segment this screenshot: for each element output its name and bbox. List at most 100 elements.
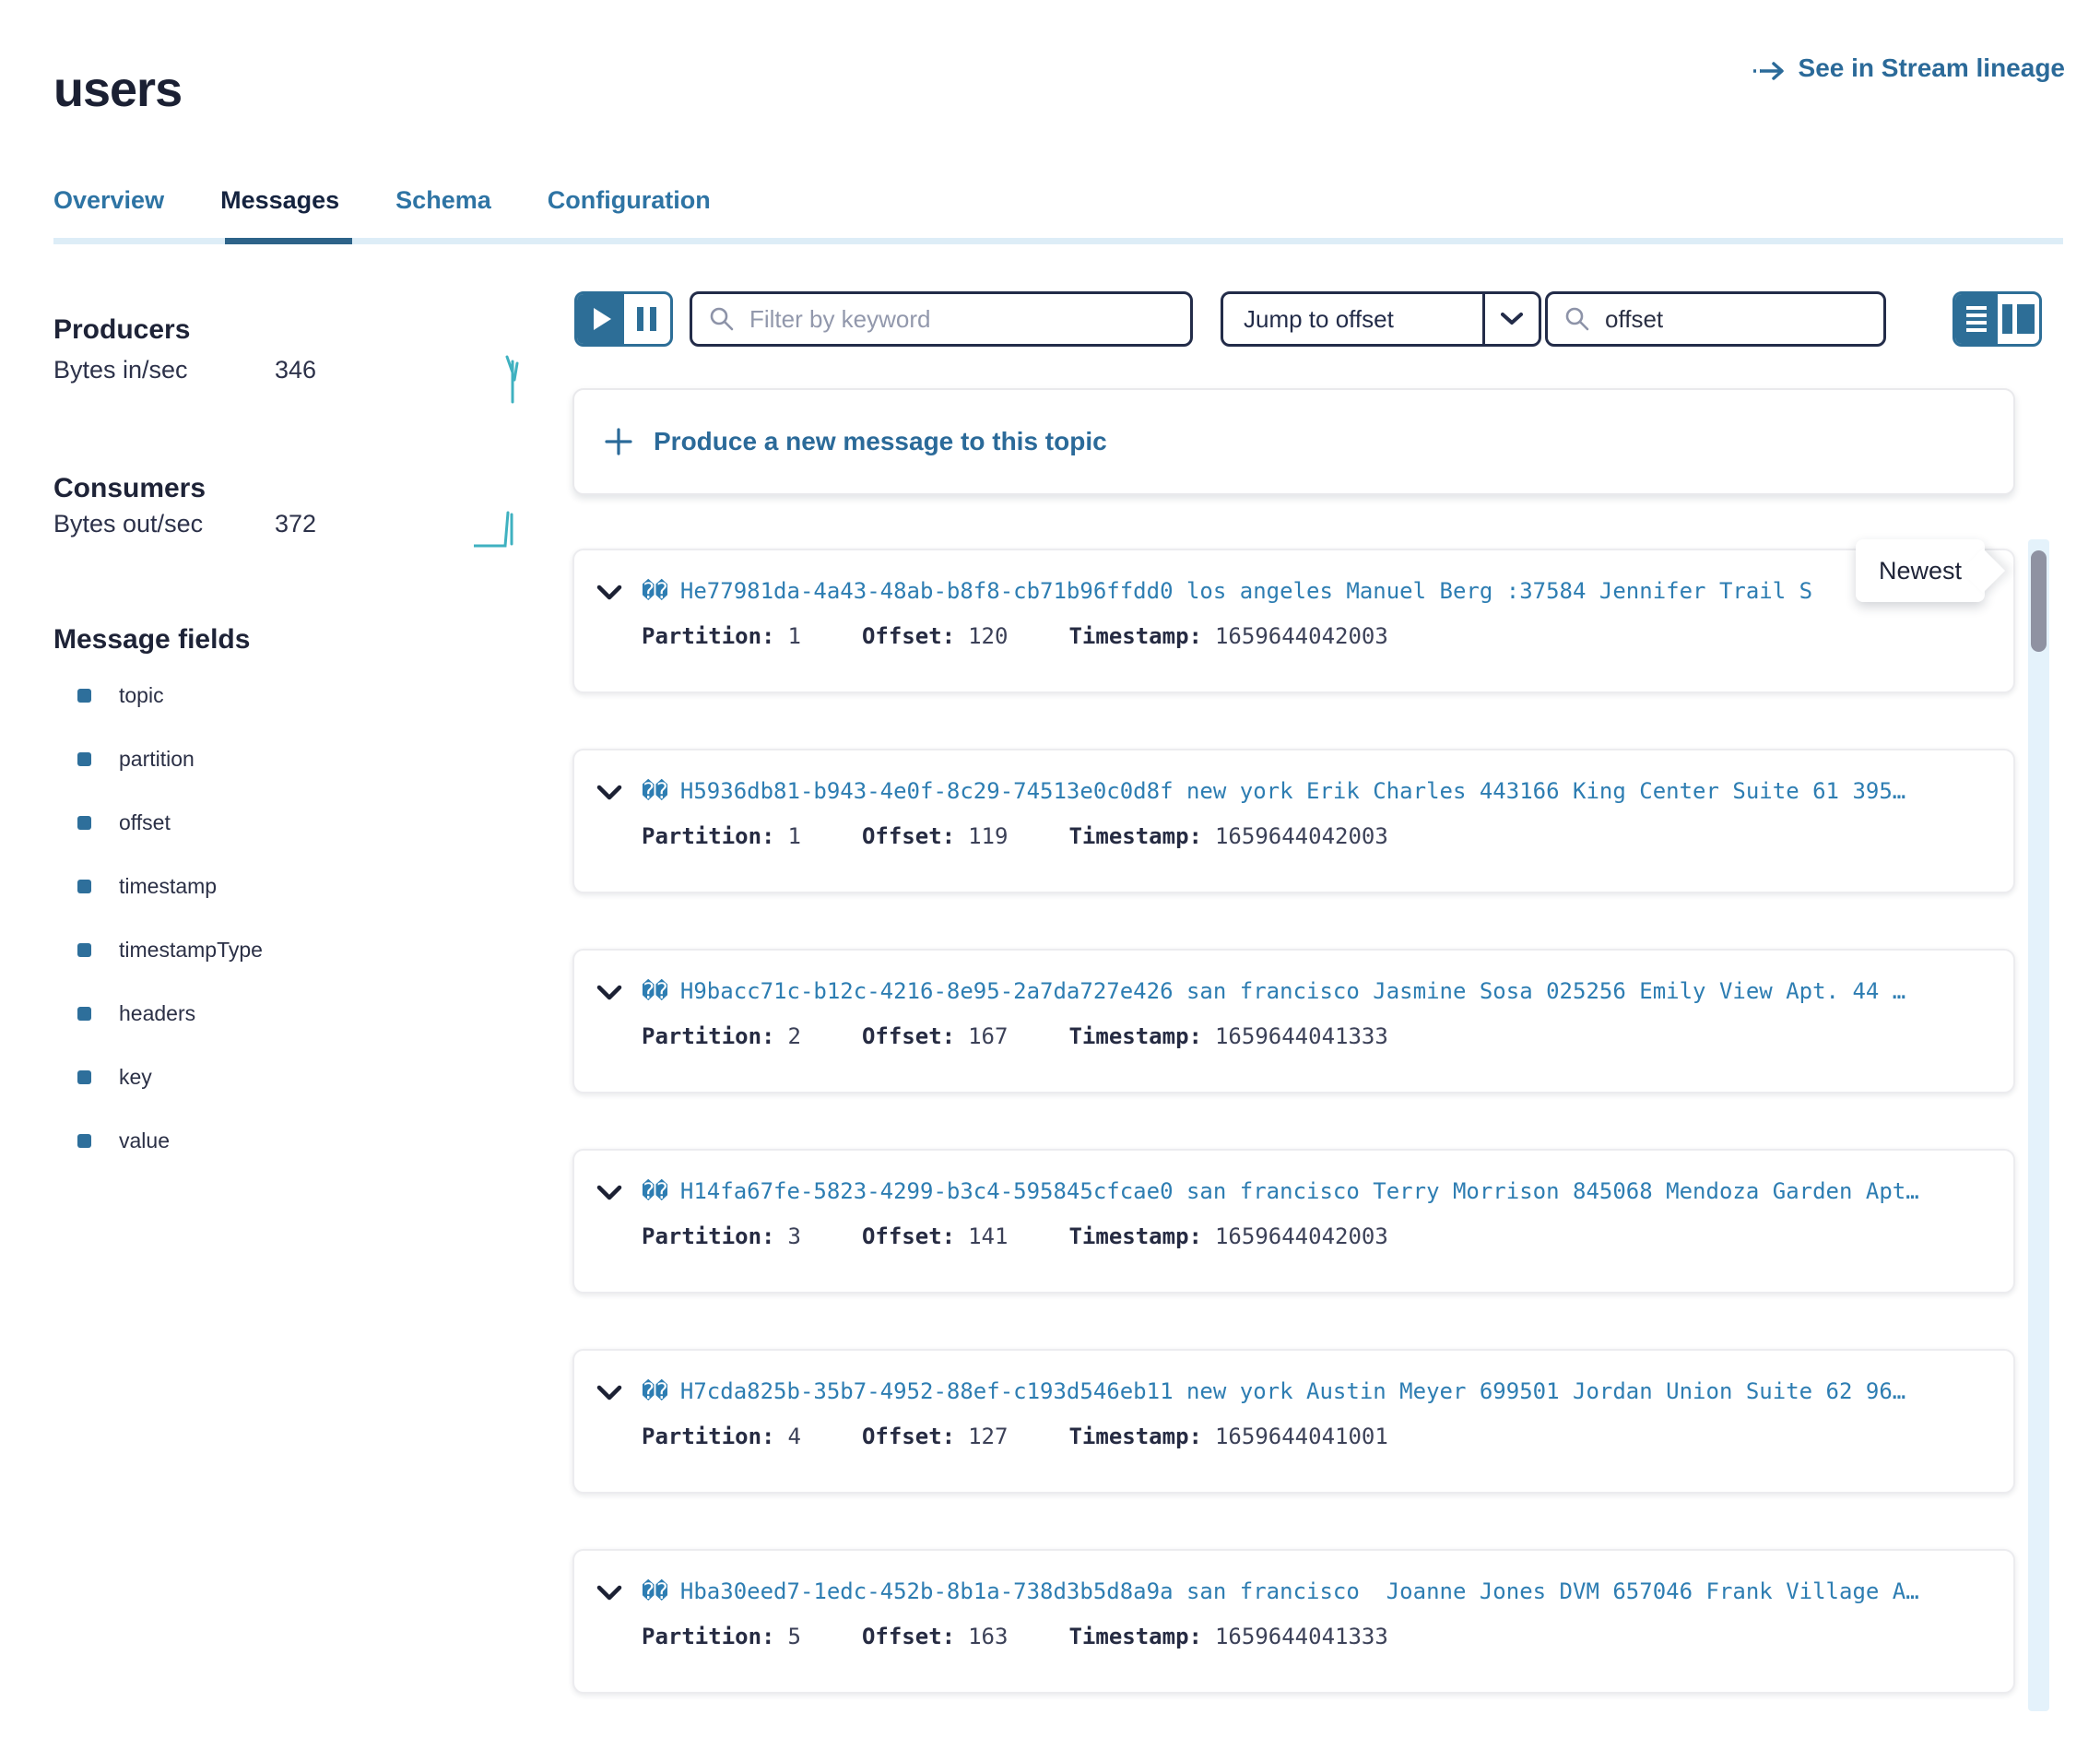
field-item-timestamp: timestamp [77,855,465,918]
bytes-in-label: Bytes in/sec [53,356,188,384]
field-checkbox[interactable] [77,816,91,830]
partition-value: 4 [788,1424,801,1449]
offset-value: 127 [968,1424,1008,1449]
plus-icon [604,427,633,456]
bytes-out-label: Bytes out/sec [53,510,203,538]
field-item-topic: topic [77,664,465,727]
expand-chevron-icon[interactable] [596,1385,622,1401]
keyword-filter [690,291,1193,347]
timestamp-value: 1659644042003 [1215,823,1388,849]
key-replacement-glyphs: �� [642,578,668,604]
field-checkbox[interactable] [77,689,91,703]
jump-to-offset-select[interactable]: Jump to offset [1221,291,1541,347]
stream-lineage-link[interactable]: See in Stream lineage [1752,53,2065,83]
partition-value: 1 [788,823,801,849]
message-meta: Partition:1 Offset:119 Timestamp:1659644… [574,823,2013,849]
tab-configuration[interactable]: Configuration [548,186,711,215]
bytes-in-sparkline [498,352,524,406]
field-item-value: value [77,1109,465,1173]
field-item-offset: offset [77,791,465,855]
tab-schema[interactable]: Schema [395,186,491,215]
timestamp-value: 1659644042003 [1215,1223,1388,1249]
lineage-arrow-icon [1752,55,1787,81]
offset-value: 163 [968,1624,1008,1649]
message-key: H9bacc71c-b12c-4216-8e95-2a7da727e426 sa… [680,978,2013,1004]
message-card[interactable]: �� Hba30eed7-1edc-452b-8b1a-738d3b5d8a9a… [572,1549,2015,1694]
tab-overview[interactable]: Overview [53,186,164,215]
view-mode-toggle [1953,291,2042,347]
field-item-partition: partition [77,727,465,791]
tab-bar: Overview Messages Schema Configuration [53,186,711,215]
produce-message-label: Produce a new message to this topic [654,427,1107,456]
key-replacement-glyphs: �� [642,1378,668,1404]
timestamp-value: 1659644041001 [1215,1424,1388,1449]
expand-chevron-icon[interactable] [596,985,622,1001]
offset-search-input[interactable] [1603,304,1867,335]
partition-value: 1 [788,623,801,649]
bytes-in-value: 346 [275,356,316,384]
bytes-out-metric: Bytes out/sec 372 [53,510,533,538]
offset-value: 167 [968,1023,1008,1049]
field-checkbox[interactable] [77,1070,91,1084]
page-title: users [53,61,182,118]
newest-tooltip: Newest [1856,539,1985,602]
produce-message-button[interactable]: Produce a new message to this topic [572,388,2015,495]
field-checkbox[interactable] [77,752,91,766]
field-label: partition [119,747,195,772]
stream-lineage-label: See in Stream lineage [1799,53,2065,83]
columns-view-button[interactable] [1998,294,2040,344]
expand-chevron-icon[interactable] [596,1185,622,1201]
columns-view-icon [2002,304,2035,334]
message-key: He77981da-4a43-48ab-b8f8-cb71b96ffdd0 lo… [680,578,2013,604]
expand-chevron-icon[interactable] [596,785,622,801]
message-card[interactable]: �� He77981da-4a43-48ab-b8f8-cb71b96ffdd0… [572,549,2015,693]
message-key: H14fa67fe-5823-4299-b3c4-595845cfcae0 sa… [680,1178,2013,1204]
message-fields-list: topic partition offset timestamp timesta… [77,664,465,1173]
field-checkbox[interactable] [77,1007,91,1021]
message-key: H7cda825b-35b7-4952-88ef-c193d546eb11 ne… [680,1378,2013,1404]
field-label: topic [119,683,164,708]
field-item-headers: headers [77,982,465,1046]
message-card[interactable]: �� H7cda825b-35b7-4952-88ef-c193d546eb11… [572,1349,2015,1494]
offset-search [1545,291,1886,347]
tab-messages[interactable]: Messages [220,186,339,215]
key-replacement-glyphs: �� [642,778,668,804]
expand-chevron-icon[interactable] [596,585,622,601]
stream-play-pause-toggle [574,291,673,347]
timestamp-value: 1659644042003 [1215,623,1388,649]
message-key: H5936db81-b943-4e0f-8c29-74513e0c0d8f ne… [680,778,2013,804]
expand-chevron-icon[interactable] [596,1585,622,1601]
keyword-filter-input[interactable] [748,304,1174,335]
scrollbar-thumb[interactable] [2031,550,2047,652]
list-view-icon [1966,306,1987,332]
field-label: offset [119,810,171,835]
key-replacement-glyphs: �� [642,1178,668,1204]
bytes-in-metric: Bytes in/sec 346 [53,356,533,384]
message-card[interactable]: �� H9bacc71c-b12c-4216-8e95-2a7da727e426… [572,949,2015,1093]
message-meta: Partition:4 Offset:127 Timestamp:1659644… [574,1424,2013,1449]
field-item-key: key [77,1046,465,1109]
message-meta: Partition:1 Offset:120 Timestamp:1659644… [574,623,2013,649]
timestamp-value: 1659644041333 [1215,1023,1388,1049]
play-button[interactable] [577,294,624,344]
timestamp-value: 1659644041333 [1215,1624,1388,1649]
message-list: �� He77981da-4a43-48ab-b8f8-cb71b96ffdd0… [572,549,2015,1749]
jump-to-offset-label: Jump to offset [1223,294,1482,344]
message-meta: Partition:5 Offset:163 Timestamp:1659644… [574,1624,2013,1649]
field-checkbox[interactable] [77,943,91,957]
field-label: timestamp [119,874,217,899]
message-card[interactable]: �� H14fa67fe-5823-4299-b3c4-595845cfcae0… [572,1149,2015,1294]
tab-underline-track [53,238,2063,244]
partition-value: 2 [788,1023,801,1049]
list-view-button[interactable] [1955,294,1998,344]
search-icon [709,306,735,332]
pause-button[interactable] [624,294,671,344]
newest-tooltip-label: Newest [1879,557,1962,585]
pause-icon [637,307,656,331]
field-checkbox[interactable] [77,1134,91,1148]
field-label: headers [119,1001,195,1026]
field-checkbox[interactable] [77,880,91,893]
bytes-out-sparkline [474,507,518,550]
scrollbar-track[interactable] [2028,539,2049,1711]
message-card[interactable]: �� H5936db81-b943-4e0f-8c29-74513e0c0d8f… [572,749,2015,893]
